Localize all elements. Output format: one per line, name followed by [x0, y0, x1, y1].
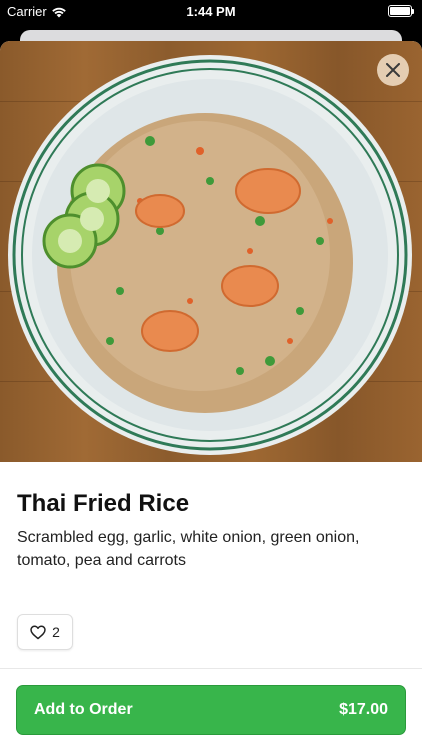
- battery-icon: [388, 5, 414, 17]
- item-title: Thai Fried Rice: [17, 490, 190, 517]
- close-button[interactable]: [377, 54, 409, 86]
- status-bar: Carrier 1:44 PM: [0, 0, 422, 24]
- order-price: $17.00: [339, 701, 388, 718]
- like-button[interactable]: 2: [17, 614, 73, 650]
- like-count: 2: [52, 624, 60, 640]
- screen: Carrier 1:44 PM Thai Fried Rice Scramble…: [0, 0, 422, 750]
- item-photo: [0, 41, 422, 462]
- heart-icon: [30, 625, 46, 639]
- item-description: Scrambled egg, garlic, white onion, gree…: [17, 529, 360, 569]
- close-icon: [386, 63, 400, 77]
- status-time: 1:44 PM: [186, 4, 236, 19]
- item-detail-sheet: Thai Fried Rice Scrambled egg, garlic, w…: [0, 41, 422, 750]
- add-to-order-button[interactable]: Add to Order $17.00: [16, 685, 406, 735]
- bottom-bar: Add to Order $17.00: [0, 668, 422, 750]
- fried-rice-plate-image: [8, 55, 412, 455]
- add-to-order-label: Add to Order: [34, 701, 133, 718]
